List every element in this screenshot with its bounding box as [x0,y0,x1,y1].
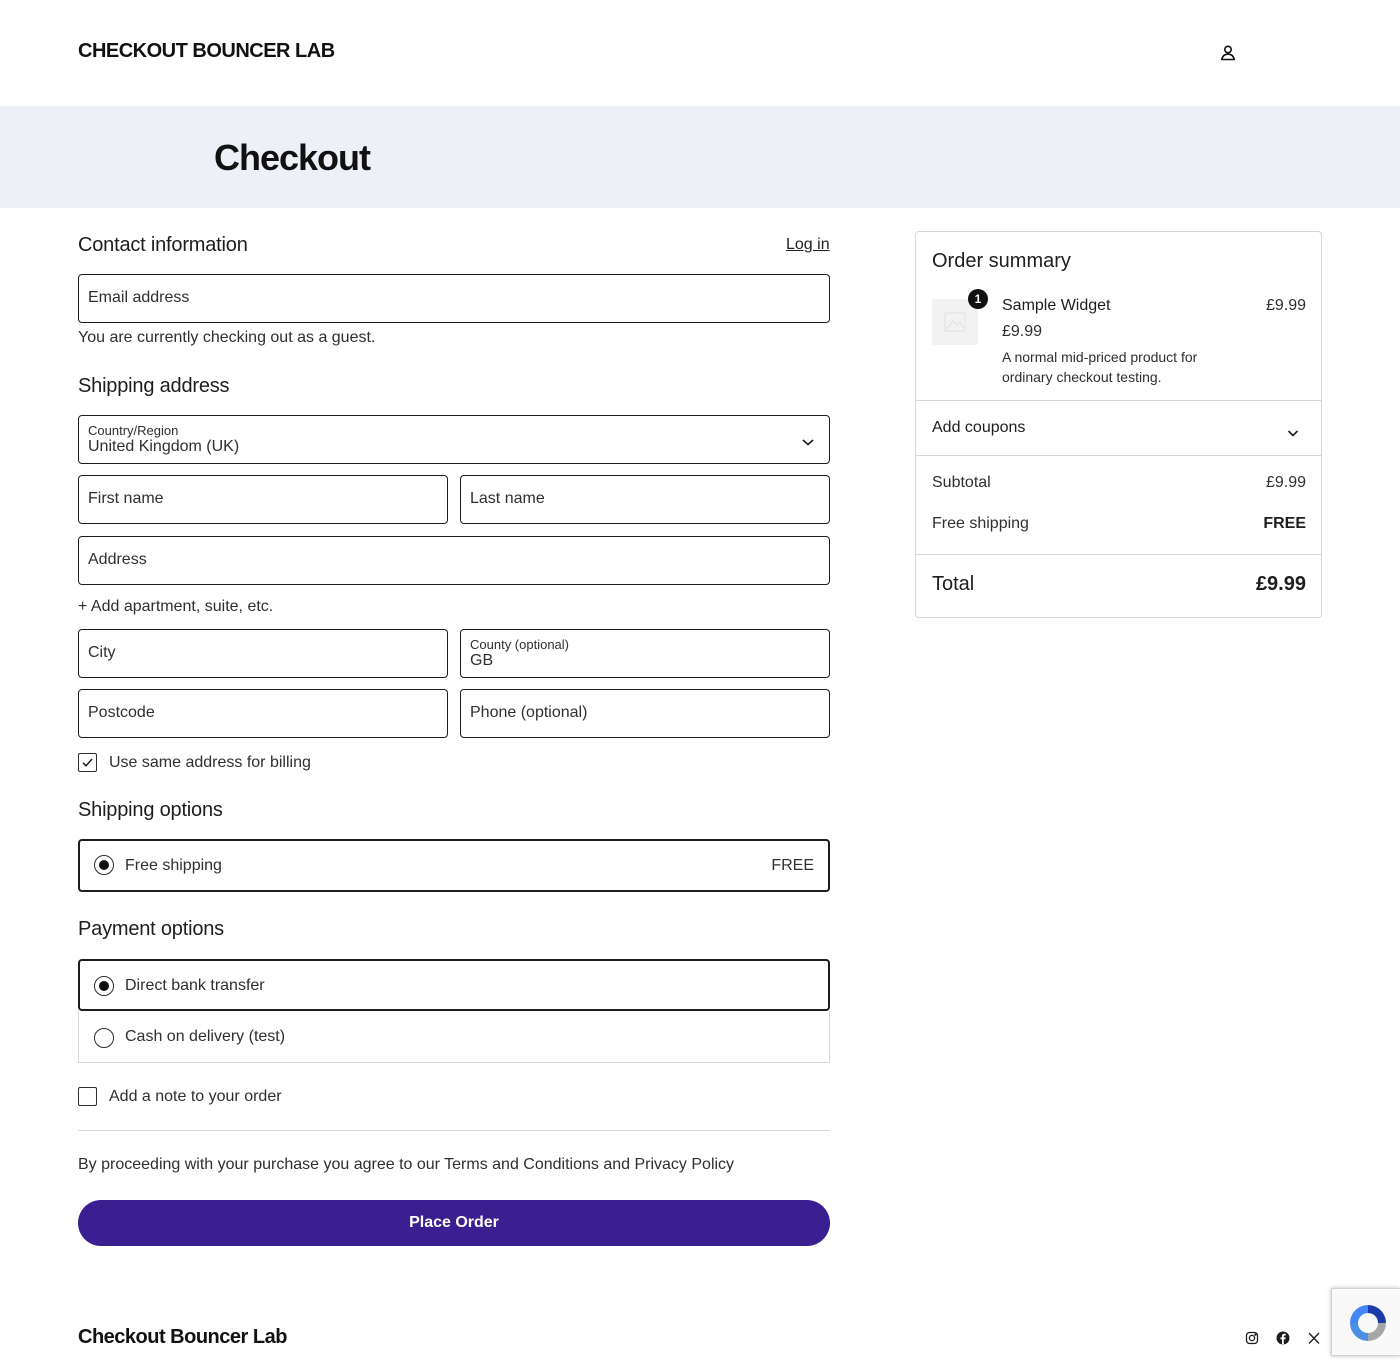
bank-transfer-radio[interactable] [94,976,114,996]
guest-note: You are currently checking out as a gues… [78,329,376,346]
divider [78,1130,830,1131]
summary-divider [916,400,1321,401]
cash-on-delivery-radio[interactable] [94,1028,114,1048]
add-apartment-link[interactable]: + Add apartment, suite, etc. [78,598,273,616]
shipping-option-free[interactable]: Free shipping FREE [78,839,830,892]
order-summary: Order summary 1 Sample Widget £9.99 £9.9… [915,231,1322,618]
recaptcha-icon [1350,1305,1386,1341]
postcode-field[interactable]: Postcode [78,689,448,738]
shipping-value: FREE [1263,515,1306,532]
footer-site-title[interactable]: Checkout Bouncer Lab [78,1326,287,1349]
total-label: Total [932,573,975,595]
city-field[interactable]: City [78,629,448,678]
summary-divider [916,455,1321,456]
order-summary-title: Order summary [932,250,1071,272]
county-value: GB [470,652,494,669]
phone-placeholder: Phone (optional) [470,704,588,721]
login-link[interactable]: Log in [786,236,830,254]
payment-options-heading: Payment options [78,918,224,940]
same-billing-label[interactable]: Use same address for billing [109,754,311,772]
shipping-option-label: Free shipping [125,857,222,874]
country-select[interactable]: Country/Region United Kingdom (UK) [78,415,830,464]
address-placeholder: Address [88,551,147,568]
terms-text: By proceeding with your purchase you agr… [78,1156,735,1173]
order-note-label[interactable]: Add a note to your order [109,1088,282,1106]
site-header: CHECKOUT BOUNCER LAB [0,0,1400,106]
phone-field[interactable]: Phone (optional) [460,689,830,738]
first-name-field[interactable]: First name [78,475,448,524]
summary-divider [916,554,1321,555]
shipping-options-heading: Shipping options [78,799,223,821]
add-coupons-toggle[interactable]: Add coupons [932,419,1025,437]
postcode-placeholder: Postcode [88,704,155,721]
city-placeholder: City [88,644,116,661]
same-billing-checkbox[interactable] [78,753,97,772]
instagram-icon[interactable] [1244,1330,1260,1346]
shipping-address-heading: Shipping address [78,375,230,397]
recaptcha-badge[interactable] [1331,1288,1400,1356]
last-name-field[interactable]: Last name [460,475,830,524]
subtotal-label: Subtotal [932,474,991,491]
quantity-badge: 1 [968,289,988,309]
payment-option-cash-on-delivery[interactable]: Cash on delivery (test) [78,1011,830,1063]
facebook-icon[interactable] [1275,1330,1291,1346]
checkmark-icon [82,758,93,767]
page-title: Checkout [214,137,371,178]
product-description: A normal mid-priced product for ordinary… [1002,349,1198,385]
chevron-down-icon [801,434,815,446]
county-field[interactable]: County (optional) GB [460,629,830,678]
county-label: County (optional) [470,637,569,652]
order-note-checkbox[interactable] [78,1087,97,1106]
x-icon[interactable] [1306,1330,1322,1346]
last-name-placeholder: Last name [470,490,545,507]
shipping-label: Free shipping [932,515,1029,532]
chevron-down-icon[interactable] [1287,425,1299,437]
subtotal-value: £9.99 [1265,474,1306,491]
address-field[interactable]: Address [78,536,830,585]
contact-heading: Contact information [78,234,248,256]
site-title[interactable]: CHECKOUT BOUNCER LAB [78,40,335,63]
bank-transfer-label: Direct bank transfer [125,977,265,994]
product-name: Sample Widget [1002,297,1111,314]
cash-on-delivery-label: Cash on delivery (test) [125,1028,286,1045]
email-placeholder: Email address [88,289,190,306]
total-value: £9.99 [1255,573,1306,595]
first-name-placeholder: First name [88,490,164,507]
shipping-radio[interactable] [94,855,114,875]
product-price: £9.99 [1002,323,1043,340]
page-title-banner: Checkout [0,106,1400,208]
country-label: Country/Region [88,423,179,438]
country-value: United Kingdom (UK) [88,438,240,455]
email-field[interactable]: Email address [78,274,830,323]
payment-option-bank-transfer[interactable]: Direct bank transfer [78,959,830,1011]
user-icon[interactable] [1218,43,1238,63]
place-order-button[interactable]: Place Order [78,1200,830,1246]
shipping-option-price: FREE [771,857,814,874]
product-line-total: £9.99 [1265,297,1306,314]
